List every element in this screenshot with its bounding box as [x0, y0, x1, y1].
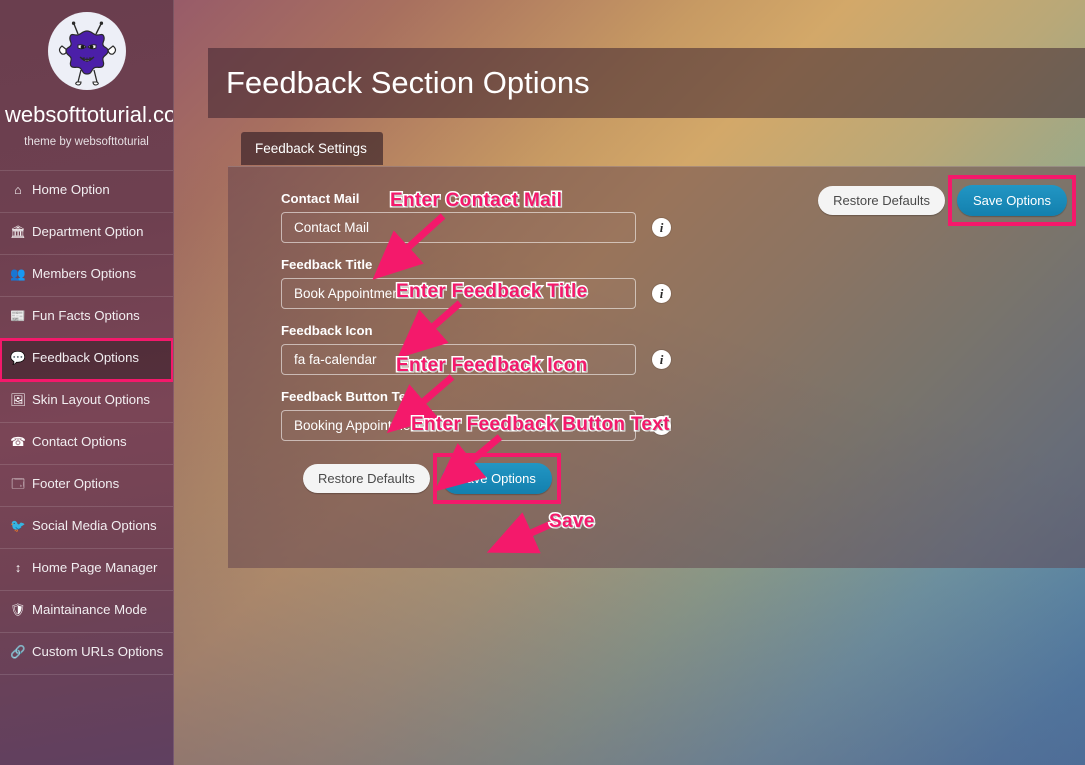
feedback-form: Contact Mail i Feedback Title i [228, 189, 1085, 504]
sidebar-item-label: Maintainance Mode [32, 602, 148, 617]
bank-icon: 🏛 [10, 225, 26, 239]
sidebar-item-label: Fun Facts Options [32, 308, 140, 323]
sidebar-item-label: Home Option [32, 182, 110, 197]
sidebar-item-social-media-options[interactable]: 🐦 Social Media Options [0, 507, 173, 549]
sort-icon: ↕ [14, 561, 22, 575]
sidebar-item-label: Contact Options [32, 434, 127, 449]
save-options-highlight-bottom: Save Options [432, 453, 561, 504]
sidebar-item-skin-layout-options[interactable]: 🖼 Skin Layout Options [0, 381, 173, 423]
info-icon-feedback-title[interactable]: i [652, 284, 671, 303]
newspaper-icon: 📰 [10, 309, 26, 323]
sidebar-item-feedback-options[interactable]: 💬 Feedback Options [0, 338, 173, 382]
sidebar-item-label: Footer Options [32, 476, 120, 491]
save-options-button-bottom[interactable]: Save Options [441, 463, 552, 494]
bottom-action-bar: Restore Defaults Save Options [281, 453, 1085, 504]
page-title: Feedback Section Options [226, 65, 590, 100]
annotation-enter-feedback-button-text: Enter Feedback Button Text [410, 413, 671, 437]
settings-panel: Feedback Settings Restore Defaults Save … [208, 132, 1085, 568]
field-label-feedback-button-text: Feedback Button Text [281, 389, 418, 404]
info-icon-feedback-icon[interactable]: i [652, 350, 671, 369]
save-options-button-top[interactable]: Save Options [956, 185, 1067, 216]
sidebar-item-label: Members Options [32, 266, 137, 281]
shield-icon: 🛡 [10, 603, 26, 617]
field-label-feedback-title: Feedback Title [281, 257, 373, 272]
tab-bar: Feedback Settings [208, 132, 1085, 166]
annotation-enter-feedback-icon: Enter Feedback Icon [395, 354, 589, 378]
users-icon: 👥 [10, 267, 26, 281]
sidebar-menu: ⌂ Home Option 🏛 Department Option 👥 Members O… [0, 170, 173, 675]
field-label-feedback-icon: Feedback Icon [281, 323, 373, 338]
annotation-enter-contact-mail: Enter Contact Mail [388, 189, 563, 213]
sidebar-item-department-option[interactable]: 🏛 Department Option [0, 213, 173, 255]
sidebar-item-members-options[interactable]: 👥 Members Options [0, 255, 173, 297]
brand-title: websofttoturial.com [5, 102, 173, 127]
restore-defaults-button-bottom[interactable]: Restore Defaults [303, 464, 430, 493]
sidebar-item-label: Social Media Options [32, 518, 157, 533]
main-content: Feedback Section Options Feedback Settin… [208, 48, 1085, 568]
restore-defaults-button-top[interactable]: Restore Defaults [818, 186, 945, 215]
contact-mail-input[interactable] [281, 212, 636, 243]
brand-subtitle: theme by websofttoturial [24, 136, 149, 148]
save-options-highlight-top: Save Options [947, 175, 1077, 226]
phone-icon: ☎ [10, 435, 26, 449]
comments-icon: 💬 [10, 351, 26, 365]
sidebar-item-contact-options[interactable]: ☎ Contact Options [0, 423, 173, 465]
sidebar-item-maintainance-mode[interactable]: 🛡 Maintainance Mode [0, 591, 173, 633]
sidebar-item-label: Feedback Options [32, 350, 140, 365]
field-feedback-button-text: Feedback Button Text i [281, 389, 1085, 441]
annotation-save: Save [548, 510, 596, 534]
sidebar-item-label: Department Option [32, 224, 144, 239]
sidebar-item-home-page-manager[interactable]: ↕ Home Page Manager [0, 549, 173, 591]
image-icon: 🖼 [10, 393, 26, 407]
sidebar-item-label: Home Page Manager [32, 560, 158, 575]
brand-block: websofttoturial.com theme by websofttotu… [0, 0, 173, 156]
sidebar-item-home-option[interactable]: ⌂ Home Option [0, 171, 173, 213]
link-icon: 🔗 [10, 645, 26, 659]
sidebar-item-custom-urls-options[interactable]: 🔗 Custom URLs Options [0, 633, 173, 675]
window-icon: 🗔 [11, 477, 25, 491]
home-icon: ⌂ [14, 183, 22, 197]
sidebar-item-footer-options[interactable]: 🗔 Footer Options [0, 465, 173, 507]
tab-feedback-settings[interactable]: Feedback Settings [241, 132, 383, 165]
sidebar-item-label: Custom URLs Options [32, 644, 164, 659]
twitter-icon: 🐦 [10, 519, 26, 533]
top-action-bar: Restore Defaults Save Options [818, 175, 1077, 226]
sidebar: websofttoturial.com theme by websofttotu… [0, 0, 174, 765]
sidebar-item-label: Skin Layout Options [32, 392, 151, 407]
panel-body: Restore Defaults Save Options Contact Ma… [228, 166, 1085, 568]
monster-bug-logo-icon [47, 12, 126, 90]
annotation-enter-feedback-title: Enter Feedback Title [395, 280, 589, 304]
info-icon-contact-mail[interactable]: i [652, 218, 671, 237]
sidebar-item-fun-facts-options[interactable]: 📰 Fun Facts Options [0, 297, 173, 339]
admin-page-root: websofttoturial.com theme by websofttotu… [0, 0, 1085, 765]
page-header: Feedback Section Options [208, 48, 1085, 118]
